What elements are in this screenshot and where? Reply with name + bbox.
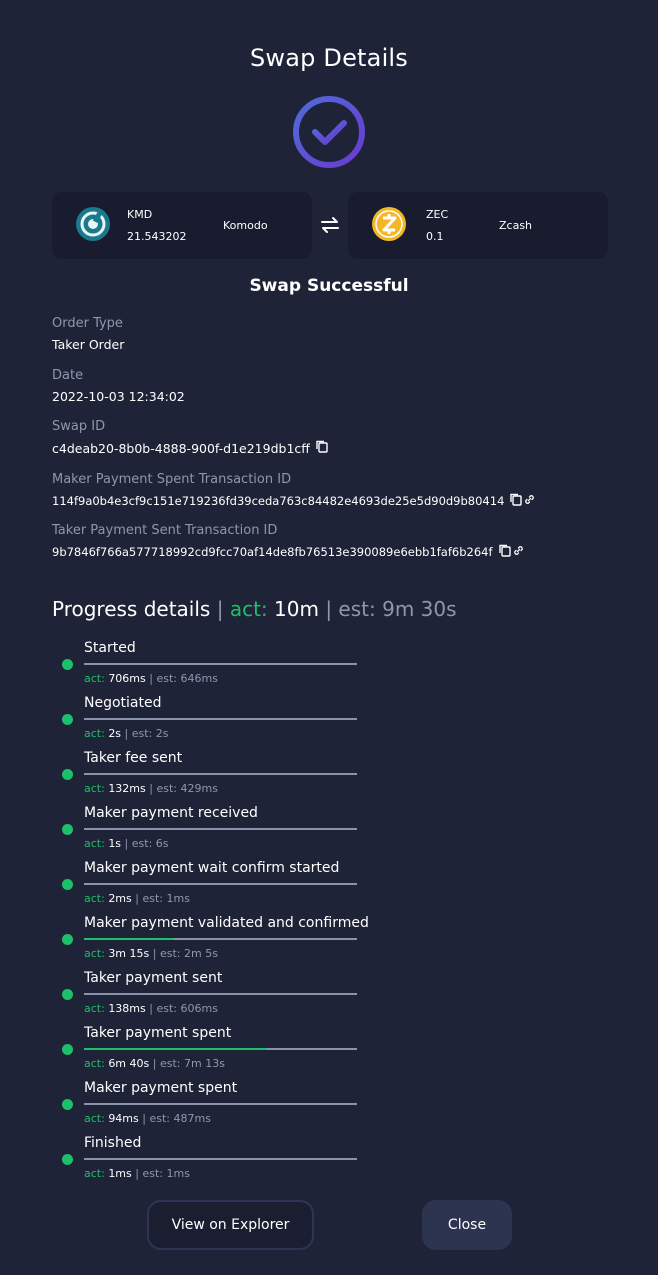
progress-step: Negotiated act: 2s | est: 2s (62, 693, 362, 748)
progress-step: Started act: 706ms | est: 646ms (62, 638, 362, 693)
step-times: act: 1ms | est: 1ms (84, 1167, 190, 1180)
step-status-dot (62, 824, 73, 835)
step-label: Negotiated (84, 695, 162, 711)
order-type-value: Taker Order (52, 337, 125, 352)
step-times: act: 138ms | est: 606ms (84, 1002, 218, 1015)
progress-step: Maker payment validated and confirmed ac… (62, 913, 369, 968)
step-progress-bar (84, 1048, 357, 1050)
progress-separator: | (325, 597, 333, 621)
progress-act-label: act: (229, 597, 268, 621)
step-progress-bar (84, 663, 357, 665)
step-progress-bar (84, 1103, 357, 1105)
step-times: act: 132ms | est: 429ms (84, 782, 218, 795)
step-status-dot (62, 1099, 73, 1110)
step-status-dot (62, 769, 73, 780)
step-times: act: 6m 40s | est: 7m 13s (84, 1057, 225, 1070)
progress-step: Finished act: 1ms | est: 1ms (62, 1133, 362, 1188)
komodo-logo-icon (75, 206, 111, 242)
to-coin-amount: 0.1 (426, 230, 444, 243)
progress-title: Progress details (52, 597, 211, 621)
order-type-field: Order Type Taker Order (52, 316, 124, 352)
step-status-dot (62, 879, 73, 890)
maker-tx-field: Maker Payment Spent Transaction ID 114f9… (52, 472, 535, 509)
taker-tx-field: Taker Payment Sent Transaction ID 9b7846… (52, 523, 524, 560)
date-value: 2022-10-03 12:34:02 (52, 389, 185, 404)
step-progress-bar (84, 883, 357, 885)
progress-step: Taker payment spent act: 6m 40s | est: 7… (62, 1023, 362, 1078)
step-progress-bar (84, 938, 357, 940)
step-times: act: 3m 15s | est: 2m 5s (84, 947, 218, 960)
maker-tx-label: Maker Payment Spent Transaction ID (52, 472, 292, 487)
progress-header: Progress details | act: 10m | est: 9m 30… (52, 597, 457, 621)
step-times: act: 94ms | est: 487ms (84, 1112, 211, 1125)
step-progress-bar (84, 828, 357, 830)
progress-separator: | (216, 597, 224, 621)
from-coin-name: Komodo (223, 219, 268, 232)
copy-icon[interactable] (316, 440, 328, 456)
step-times: act: 706ms | est: 646ms (84, 672, 218, 685)
step-status-dot (62, 1044, 73, 1055)
taker-tx-value: 9b7846f766a577718992cd9fcc70af14de8fb765… (52, 545, 493, 559)
step-label: Taker payment sent (84, 970, 223, 986)
step-progress-bar (84, 718, 357, 720)
date-field: Date 2022-10-03 12:34:02 (52, 368, 185, 404)
copy-icon[interactable] (498, 544, 511, 560)
copy-icon[interactable] (510, 493, 523, 509)
page-title: Swap Details (249, 44, 409, 72)
step-status-dot (62, 659, 73, 670)
progress-step: Maker payment spent act: 94ms | est: 487… (62, 1078, 362, 1133)
swap-id-value: c4deab20-8b0b-4888-900f-d1e219db1cff (52, 440, 310, 456)
progress-step: Taker payment sent act: 138ms | est: 606… (62, 968, 362, 1023)
close-button[interactable]: Close (422, 1200, 512, 1250)
swap-id-label: Swap ID (52, 419, 106, 434)
link-icon[interactable] (513, 545, 524, 559)
step-progress-bar (84, 993, 357, 995)
step-progress-bar (84, 773, 357, 775)
step-progress-bar (84, 1158, 357, 1160)
progress-act-value: 10m (274, 597, 319, 621)
progress-step: Maker payment wait confirm started act: … (62, 858, 362, 913)
step-status-dot (62, 934, 73, 945)
to-coin-card: ZEC 0.1 Zcash (348, 192, 608, 259)
taker-tx-label: Taker Payment Sent Transaction ID (52, 523, 278, 538)
view-on-explorer-button[interactable]: View on Explorer (147, 1200, 314, 1250)
step-label: Taker fee sent (84, 750, 183, 766)
success-check-icon (290, 93, 368, 171)
from-coin-ticker: KMD (127, 208, 153, 221)
from-coin-card: KMD 21.543202 Komodo (52, 192, 312, 259)
step-label: Finished (84, 1135, 142, 1151)
progress-step: Taker fee sent act: 132ms | est: 429ms (62, 748, 362, 803)
step-status-dot (62, 1154, 73, 1165)
progress-step: Maker payment received act: 1s | est: 6s (62, 803, 362, 858)
step-label: Maker payment wait confirm started (84, 860, 340, 876)
step-status-dot (62, 989, 73, 1000)
step-status-dot (62, 714, 73, 725)
step-label: Maker payment received (84, 805, 258, 821)
from-coin-amount: 21.543202 (127, 230, 187, 243)
swap-status: Swap Successful (249, 276, 409, 296)
to-coin-ticker: ZEC (426, 208, 449, 221)
progress-est-value: 9m 30s (382, 597, 457, 621)
progress-steps-list: Started act: 706ms | est: 646ms Negotiat… (62, 638, 369, 1188)
link-icon[interactable] (524, 494, 535, 508)
swap-arrows-icon (318, 215, 342, 235)
maker-tx-value: 114f9a0b4e3cf9c151e719236fd39ceda763c844… (52, 494, 505, 508)
step-label: Maker payment spent (84, 1080, 238, 1096)
swap-id-field: Swap ID c4deab20-8b0b-4888-900f-d1e219db… (52, 419, 328, 456)
order-type-label: Order Type (52, 316, 123, 331)
to-coin-name: Zcash (499, 219, 533, 232)
zcash-logo-icon (371, 206, 407, 242)
step-label: Started (84, 640, 136, 656)
progress-est-label: est: (338, 597, 376, 621)
step-times: act: 2ms | est: 1ms (84, 892, 190, 905)
step-label: Maker payment validated and confirmed (84, 915, 369, 931)
step-times: act: 2s | est: 2s (84, 727, 169, 740)
date-label: Date (52, 368, 84, 383)
step-times: act: 1s | est: 6s (84, 837, 169, 850)
step-label: Taker payment spent (84, 1025, 232, 1041)
